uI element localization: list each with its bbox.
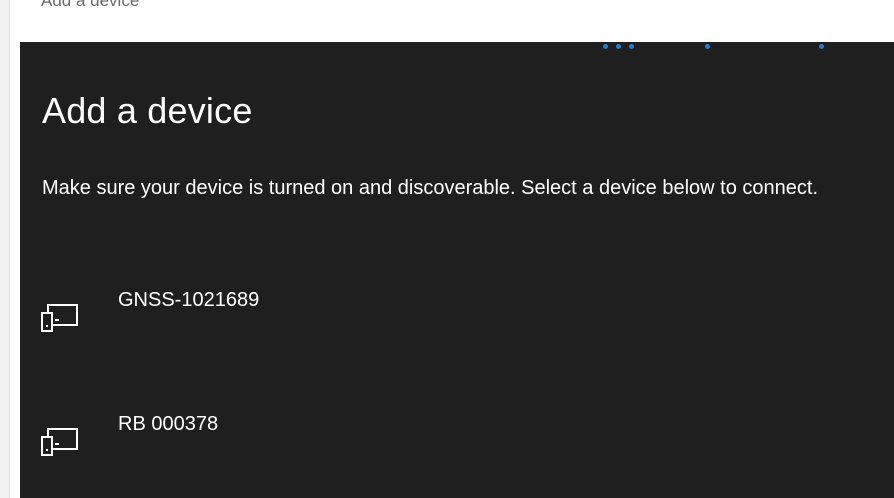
window-title: Add a device — [41, 0, 140, 10]
dialog-title: Add a device — [42, 90, 253, 131]
device-name: GNSS-1021689 — [118, 289, 260, 311]
window-left-border — [0, 0, 10, 498]
progress-dot — [629, 44, 634, 49]
progress-indicator — [20, 42, 894, 52]
progress-dot — [603, 44, 608, 49]
progress-dot — [705, 44, 710, 49]
device-name: RB 000378 — [118, 413, 219, 435]
device-item-gnss-1021689[interactable]: GNSS-1021689 — [20, 289, 894, 353]
device-icon — [41, 304, 78, 332]
instructions-text: Make sure your device is turned on and d… — [42, 177, 818, 199]
progress-dot — [616, 44, 621, 49]
add-device-dialog: Add a device Make sure your device is tu… — [20, 42, 894, 498]
device-item-rb-000378[interactable]: RB 000378 — [20, 413, 894, 477]
device-icon — [41, 428, 78, 456]
title-bar: Add a device — [20, 0, 894, 42]
progress-dot — [819, 44, 824, 49]
add-device-window: Add a device Add a device Make sure your… — [0, 0, 894, 498]
